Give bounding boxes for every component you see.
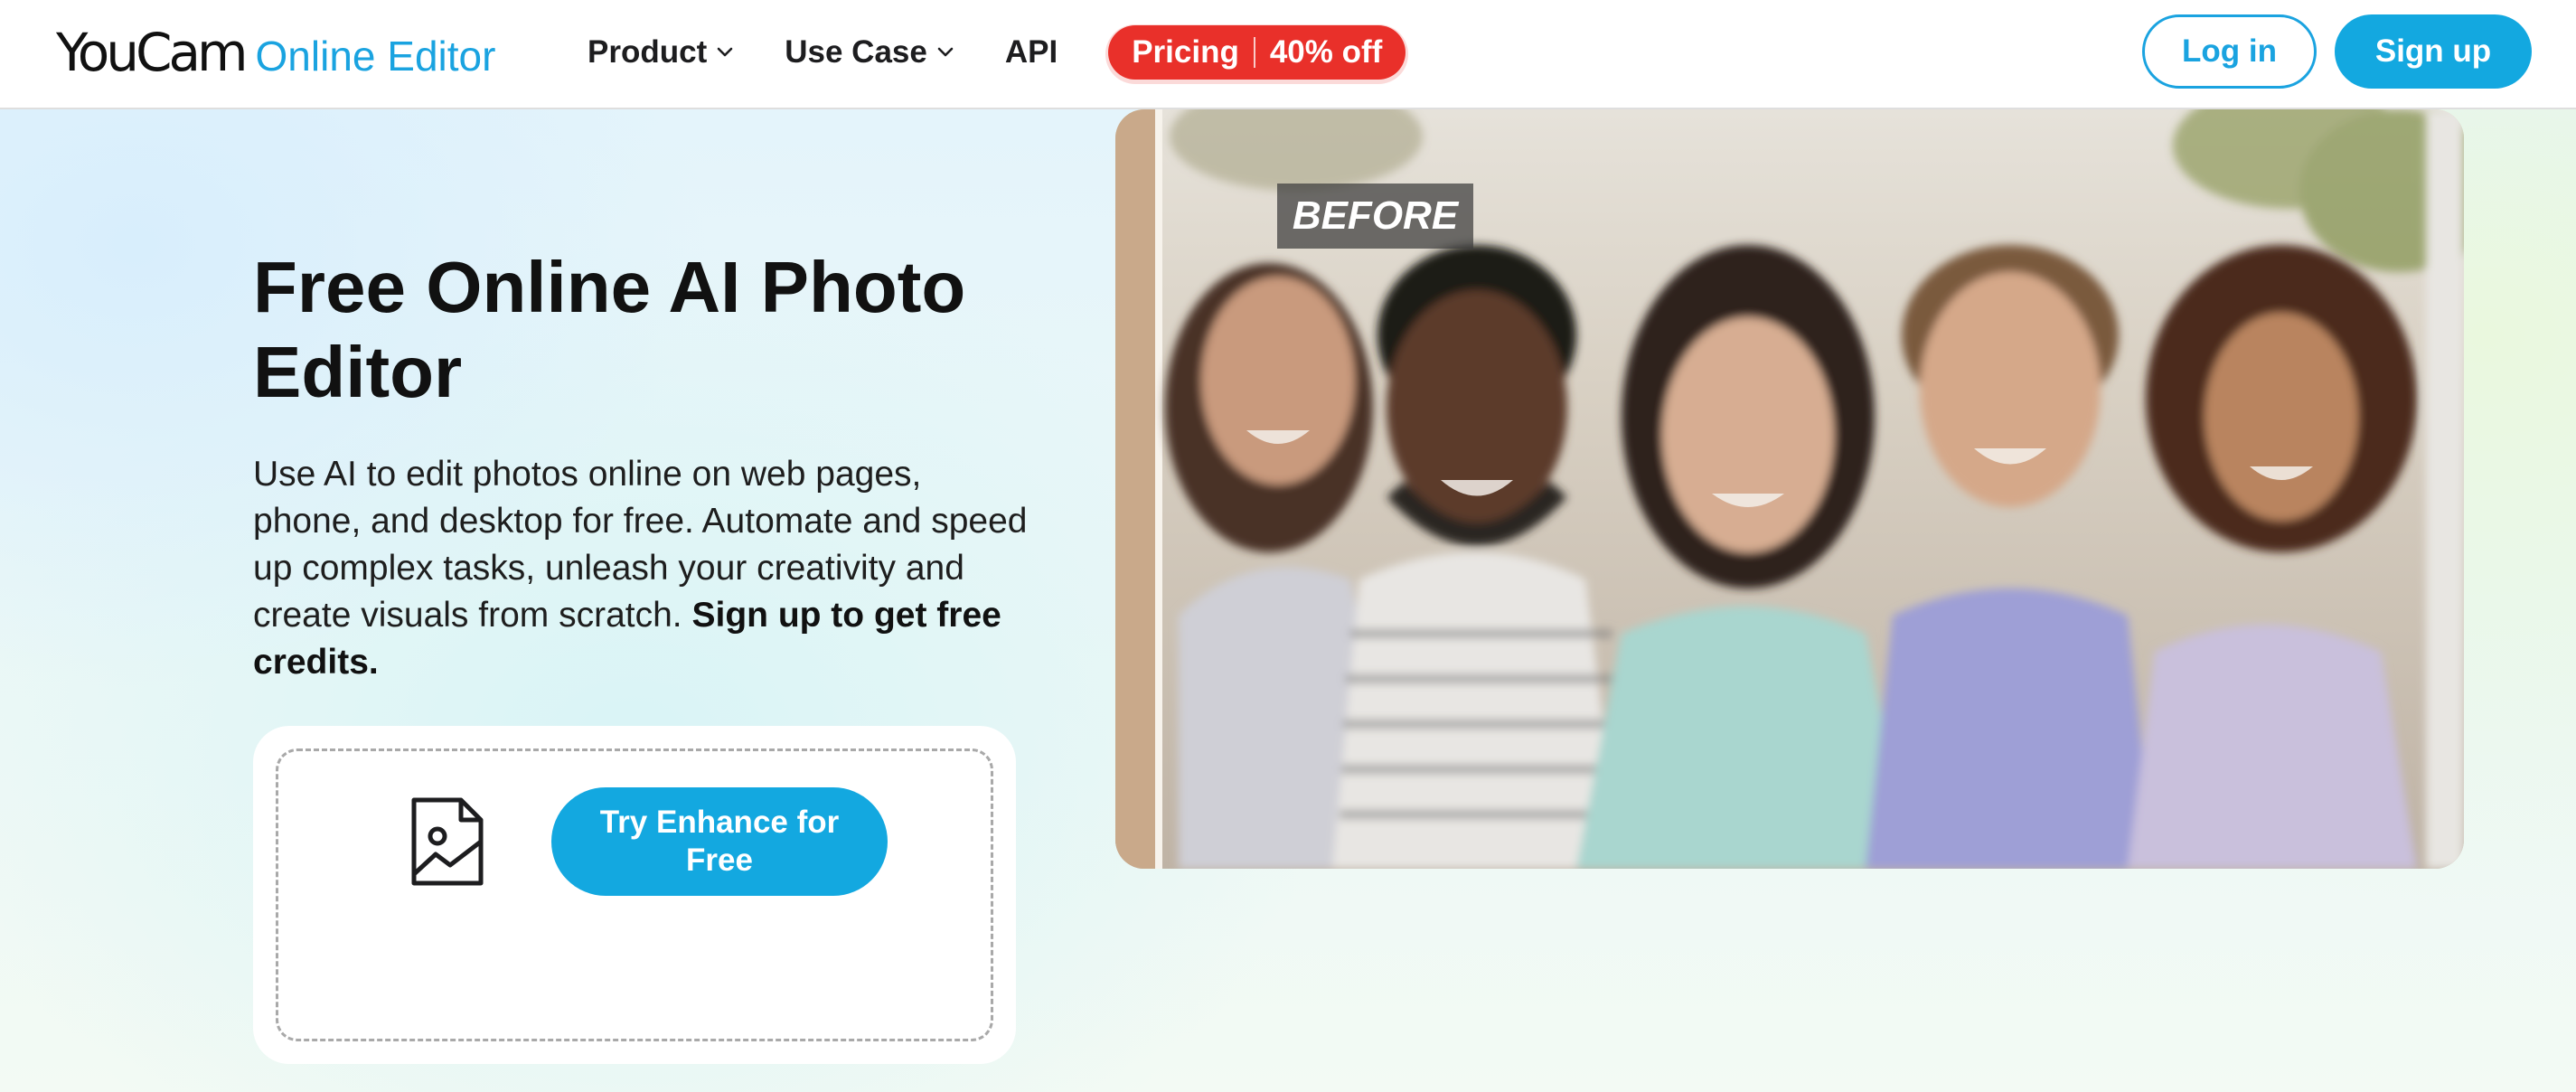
nav-use-case-label: Use Case: [785, 33, 927, 70]
logo-brand: YouCam: [56, 22, 249, 83]
nav-product[interactable]: Product: [588, 34, 734, 71]
logo-product: Online Editor: [255, 33, 496, 80]
signup-button[interactable]: Sign up: [2335, 14, 2532, 89]
site-logo[interactable]: YouCam Online Editor: [56, 22, 495, 83]
login-button[interactable]: Log in: [2142, 14, 2317, 89]
page-title: Free Online AI Photo Editor: [253, 247, 966, 412]
before-after-preview[interactable]: BEFORE: [1115, 109, 2464, 869]
nav-product-label: Product: [588, 33, 708, 70]
upload-card: Try Enhance for Free: [253, 726, 1016, 1064]
chevron-down-icon: [937, 47, 954, 56]
hero-description: Use AI to edit photos online on web page…: [253, 451, 1030, 686]
nav-api[interactable]: API: [1005, 34, 1058, 71]
image-file-icon: [411, 797, 484, 886]
pricing-button[interactable]: Pricing 40% off: [1108, 24, 1406, 80]
pricing-label: Pricing: [1132, 33, 1239, 70]
main-nav: Product Use Case API Pricing 40% off: [588, 0, 1406, 104]
top-navbar: YouCam Online Editor Product Use Case AP…: [0, 0, 2576, 109]
nav-use-case[interactable]: Use Case: [785, 34, 954, 71]
chevron-down-icon: [717, 47, 733, 56]
before-label: BEFORE: [1277, 184, 1473, 249]
pricing-divider: [1253, 36, 1255, 68]
nav-api-label: API: [1004, 33, 1058, 70]
upload-dropzone[interactable]: Try Enhance for Free: [276, 748, 993, 1041]
try-enhance-button[interactable]: Try Enhance for Free: [551, 787, 888, 896]
pricing-discount: 40% off: [1269, 33, 1383, 70]
